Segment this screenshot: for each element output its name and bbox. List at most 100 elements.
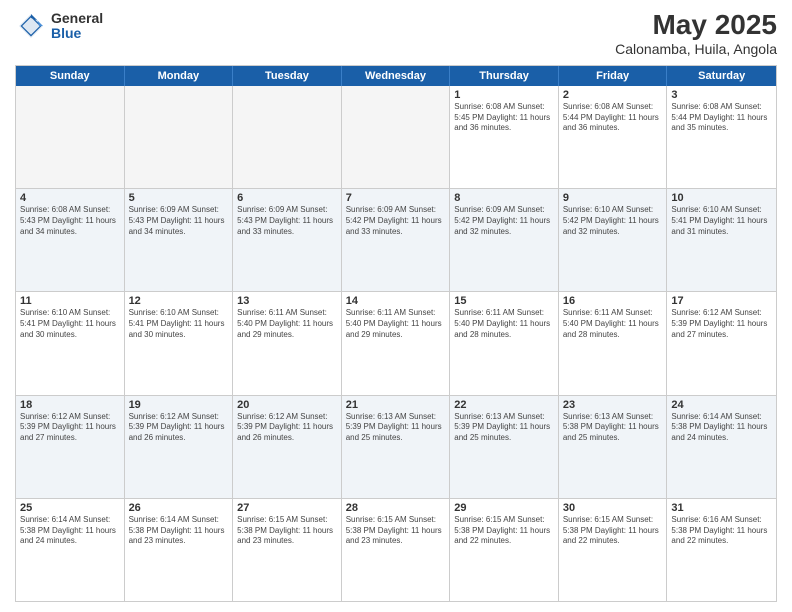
calendar-cell: 7Sunrise: 6:09 AM Sunset: 5:42 PM Daylig… xyxy=(342,189,451,291)
day-number: 8 xyxy=(454,192,554,204)
calendar-cell: 20Sunrise: 6:12 AM Sunset: 5:39 PM Dayli… xyxy=(233,396,342,498)
title-block: May 2025 Calonamba, Huila, Angola xyxy=(615,10,777,57)
cell-info: Sunrise: 6:10 AM Sunset: 5:41 PM Dayligh… xyxy=(129,308,229,340)
calendar-cell: 1Sunrise: 6:08 AM Sunset: 5:45 PM Daylig… xyxy=(450,86,559,188)
cell-info: Sunrise: 6:15 AM Sunset: 5:38 PM Dayligh… xyxy=(237,515,337,547)
day-number: 15 xyxy=(454,295,554,307)
calendar-row-4: 25Sunrise: 6:14 AM Sunset: 5:38 PM Dayli… xyxy=(16,499,776,601)
calendar-cell xyxy=(16,86,125,188)
logo-icon xyxy=(15,10,47,42)
calendar-row-0: 1Sunrise: 6:08 AM Sunset: 5:45 PM Daylig… xyxy=(16,86,776,189)
day-number: 4 xyxy=(20,192,120,204)
cell-info: Sunrise: 6:14 AM Sunset: 5:38 PM Dayligh… xyxy=(671,412,772,444)
day-number: 11 xyxy=(20,295,120,307)
day-number: 14 xyxy=(346,295,446,307)
day-number: 21 xyxy=(346,399,446,411)
calendar-cell: 12Sunrise: 6:10 AM Sunset: 5:41 PM Dayli… xyxy=(125,292,234,394)
cell-info: Sunrise: 6:12 AM Sunset: 5:39 PM Dayligh… xyxy=(129,412,229,444)
cell-info: Sunrise: 6:15 AM Sunset: 5:38 PM Dayligh… xyxy=(454,515,554,547)
cell-info: Sunrise: 6:12 AM Sunset: 5:39 PM Dayligh… xyxy=(20,412,120,444)
calendar-title: May 2025 xyxy=(615,10,777,41)
header-friday: Friday xyxy=(559,66,668,86)
cell-info: Sunrise: 6:08 AM Sunset: 5:45 PM Dayligh… xyxy=(454,102,554,134)
calendar-cell: 27Sunrise: 6:15 AM Sunset: 5:38 PM Dayli… xyxy=(233,499,342,601)
cell-info: Sunrise: 6:12 AM Sunset: 5:39 PM Dayligh… xyxy=(237,412,337,444)
cell-info: Sunrise: 6:09 AM Sunset: 5:42 PM Dayligh… xyxy=(346,205,446,237)
day-number: 20 xyxy=(237,399,337,411)
logo-blue-text: Blue xyxy=(51,26,103,41)
calendar-cell xyxy=(125,86,234,188)
calendar-cell: 19Sunrise: 6:12 AM Sunset: 5:39 PM Dayli… xyxy=(125,396,234,498)
day-number: 22 xyxy=(454,399,554,411)
cell-info: Sunrise: 6:13 AM Sunset: 5:38 PM Dayligh… xyxy=(563,412,663,444)
calendar-cell: 28Sunrise: 6:15 AM Sunset: 5:38 PM Dayli… xyxy=(342,499,451,601)
header-sunday: Sunday xyxy=(16,66,125,86)
cell-info: Sunrise: 6:14 AM Sunset: 5:38 PM Dayligh… xyxy=(20,515,120,547)
day-number: 1 xyxy=(454,89,554,101)
cell-info: Sunrise: 6:13 AM Sunset: 5:39 PM Dayligh… xyxy=(346,412,446,444)
cell-info: Sunrise: 6:10 AM Sunset: 5:42 PM Dayligh… xyxy=(563,205,663,237)
day-number: 28 xyxy=(346,502,446,514)
calendar-row-2: 11 Sunrise: 6:10 AM Sunset: 5:41 PM Dayli… xyxy=(16,292,776,395)
calendar: Sunday Monday Tuesday Wednesday Thursday… xyxy=(15,65,777,602)
calendar-cell: 26Sunrise: 6:14 AM Sunset: 5:38 PM Dayli… xyxy=(125,499,234,601)
day-number: 6 xyxy=(237,192,337,204)
logo-text: General Blue xyxy=(51,11,103,42)
cell-info: Sunrise: 6:15 AM Sunset: 5:38 PM Dayligh… xyxy=(346,515,446,547)
day-number: 31 xyxy=(671,502,772,514)
cell-info: Sunrise: 6:11 AM Sunset: 5:40 PM Dayligh… xyxy=(454,308,554,340)
calendar-cell: 9Sunrise: 6:10 AM Sunset: 5:42 PM Daylig… xyxy=(559,189,668,291)
calendar-cell: 16Sunrise: 6:11 AM Sunset: 5:40 PM Dayli… xyxy=(559,292,668,394)
day-number: 12 xyxy=(129,295,229,307)
page: General Blue May 2025 Calonamba, Huila, … xyxy=(0,0,792,612)
cell-info: Sunrise: 6:11 AM Sunset: 5:40 PM Dayligh… xyxy=(563,308,663,340)
day-number: 10 xyxy=(671,192,772,204)
calendar-cell: 10Sunrise: 6:10 AM Sunset: 5:41 PM Dayli… xyxy=(667,189,776,291)
calendar-cell: 31Sunrise: 6:16 AM Sunset: 5:38 PM Dayli… xyxy=(667,499,776,601)
calendar-cell: 23Sunrise: 6:13 AM Sunset: 5:38 PM Dayli… xyxy=(559,396,668,498)
header-tuesday: Tuesday xyxy=(233,66,342,86)
day-number: 23 xyxy=(563,399,663,411)
cell-info: Sunrise: 6:14 AM Sunset: 5:38 PM Dayligh… xyxy=(129,515,229,547)
day-number: 25 xyxy=(20,502,120,514)
logo-general-text: General xyxy=(51,11,103,26)
calendar-cell: 13Sunrise: 6:11 AM Sunset: 5:40 PM Dayli… xyxy=(233,292,342,394)
day-number: 18 xyxy=(20,399,120,411)
header: General Blue May 2025 Calonamba, Huila, … xyxy=(15,10,777,57)
calendar-cell: 22Sunrise: 6:13 AM Sunset: 5:39 PM Dayli… xyxy=(450,396,559,498)
calendar-cell: 11Sunrise: 6:10 AM Sunset: 5:41 PM Dayli… xyxy=(16,292,125,394)
calendar-cell: 18Sunrise: 6:12 AM Sunset: 5:39 PM Dayli… xyxy=(16,396,125,498)
calendar-cell xyxy=(233,86,342,188)
header-monday: Monday xyxy=(125,66,234,86)
day-number: 30 xyxy=(563,502,663,514)
calendar-body: 1Sunrise: 6:08 AM Sunset: 5:45 PM Daylig… xyxy=(16,86,776,601)
header-wednesday: Wednesday xyxy=(342,66,451,86)
cell-info: Sunrise: 6:09 AM Sunset: 5:42 PM Dayligh… xyxy=(454,205,554,237)
day-number: 7 xyxy=(346,192,446,204)
calendar-cell: 3Sunrise: 6:08 AM Sunset: 5:44 PM Daylig… xyxy=(667,86,776,188)
day-number: 29 xyxy=(454,502,554,514)
logo: General Blue xyxy=(15,10,103,42)
calendar-row-3: 18Sunrise: 6:12 AM Sunset: 5:39 PM Dayli… xyxy=(16,396,776,499)
calendar-cell: 21Sunrise: 6:13 AM Sunset: 5:39 PM Dayli… xyxy=(342,396,451,498)
day-number: 24 xyxy=(671,399,772,411)
cell-info: Sunrise: 6:13 AM Sunset: 5:39 PM Dayligh… xyxy=(454,412,554,444)
day-number: 9 xyxy=(563,192,663,204)
day-number: 13 xyxy=(237,295,337,307)
header-thursday: Thursday xyxy=(450,66,559,86)
calendar-cell xyxy=(342,86,451,188)
cell-info: Sunrise: 6:11 AM Sunset: 5:40 PM Dayligh… xyxy=(346,308,446,340)
cell-info: Sunrise: 6:15 AM Sunset: 5:38 PM Dayligh… xyxy=(563,515,663,547)
header-saturday: Saturday xyxy=(667,66,776,86)
day-number: 17 xyxy=(671,295,772,307)
calendar-cell: 17Sunrise: 6:12 AM Sunset: 5:39 PM Dayli… xyxy=(667,292,776,394)
cell-info: Sunrise: 6:09 AM Sunset: 5:43 PM Dayligh… xyxy=(237,205,337,237)
cell-info: Sunrise: 6:10 AM Sunset: 5:41 PM Dayligh… xyxy=(671,205,772,237)
calendar-cell: 2Sunrise: 6:08 AM Sunset: 5:44 PM Daylig… xyxy=(559,86,668,188)
cell-info: Sunrise: 6:08 AM Sunset: 5:43 PM Dayligh… xyxy=(20,205,120,237)
cell-info: Sunrise: 6:16 AM Sunset: 5:38 PM Dayligh… xyxy=(671,515,772,547)
calendar-cell: 30Sunrise: 6:15 AM Sunset: 5:38 PM Dayli… xyxy=(559,499,668,601)
calendar-cell: 14Sunrise: 6:11 AM Sunset: 5:40 PM Dayli… xyxy=(342,292,451,394)
calendar-cell: 15Sunrise: 6:11 AM Sunset: 5:40 PM Dayli… xyxy=(450,292,559,394)
day-number: 5 xyxy=(129,192,229,204)
